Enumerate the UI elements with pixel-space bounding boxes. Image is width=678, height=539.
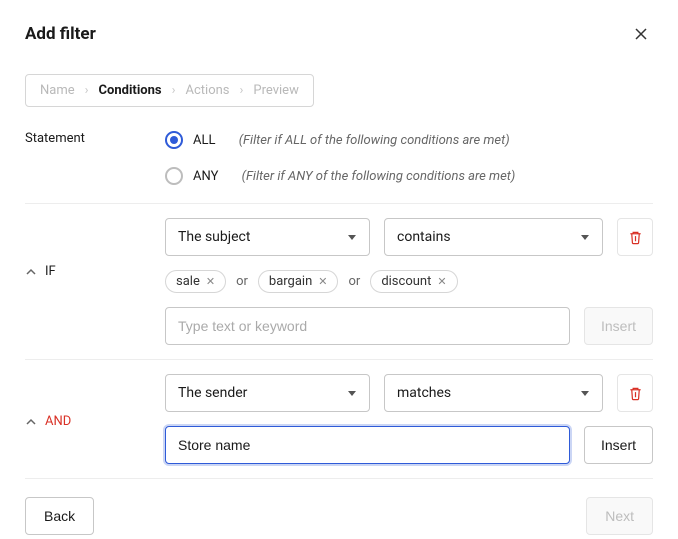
chevron-right-icon: › <box>172 83 176 98</box>
tag-text: bargain <box>269 274 312 289</box>
delete-condition-button[interactable] <box>617 374 653 412</box>
statement-label: Statement <box>25 131 165 146</box>
keyword-input-row: Insert <box>165 307 653 345</box>
insert-button[interactable]: Insert <box>584 426 653 464</box>
field-select[interactable]: The sender <box>165 374 370 412</box>
tag-remove-icon[interactable]: ✕ <box>437 275 446 288</box>
operator-select[interactable]: contains <box>384 218 603 256</box>
tag-text: discount <box>381 274 431 289</box>
field-select[interactable]: The subject <box>165 218 370 256</box>
tag-remove-icon[interactable]: ✕ <box>206 275 215 288</box>
chevron-right-icon: › <box>85 83 89 98</box>
statement-radio-group: ALL (Filter if ALL of the following cond… <box>165 131 515 185</box>
field-select-value: The sender <box>178 385 247 401</box>
dialog-footer: Back Next <box>25 479 653 535</box>
operator-select-value: matches <box>397 385 451 401</box>
tags-row: sale ✕ or bargain ✕ or discount ✕ <box>165 270 653 293</box>
radio-label: ANY <box>193 169 218 184</box>
operator-select[interactable]: matches <box>384 374 603 412</box>
insert-button[interactable]: Insert <box>584 307 653 345</box>
filter-tag: bargain ✕ <box>258 270 339 293</box>
caret-down-icon <box>580 388 590 398</box>
radio-icon <box>165 131 183 149</box>
trash-icon <box>628 386 643 401</box>
caret-down-icon <box>347 388 357 398</box>
keyword-input-row: Insert <box>165 426 653 464</box>
condition-block-if: IF The subject contains <box>25 204 653 359</box>
trash-icon <box>628 230 643 245</box>
breadcrumb: Name › Conditions › Actions › Preview <box>25 74 314 107</box>
close-button[interactable] <box>629 22 653 46</box>
condition-label-text: IF <box>45 264 56 279</box>
chevron-up-icon <box>25 416 37 428</box>
filter-tag: sale ✕ <box>165 270 226 293</box>
filter-tag: discount ✕ <box>370 270 457 293</box>
tag-join-text: or <box>348 274 360 289</box>
condition-select-row: The subject contains <box>165 218 653 256</box>
radio-label: ALL <box>193 133 215 148</box>
condition-label[interactable]: AND <box>25 374 165 429</box>
chevron-up-icon <box>25 266 37 278</box>
next-button[interactable]: Next <box>586 497 653 535</box>
condition-select-row: The sender matches <box>165 374 653 412</box>
keyword-input[interactable] <box>165 426 570 464</box>
statement-section: Statement ALL (Filter if ALL of the foll… <box>25 131 653 203</box>
delete-condition-button[interactable] <box>617 218 653 256</box>
back-button[interactable]: Back <box>25 497 94 535</box>
radio-option-all[interactable]: ALL (Filter if ALL of the following cond… <box>165 131 515 149</box>
radio-description: (Filter if ALL of the following conditio… <box>239 133 510 148</box>
condition-block-and: AND The sender matches <box>25 360 653 478</box>
dialog-header: Add filter <box>25 22 653 46</box>
caret-down-icon <box>580 232 590 242</box>
field-select-value: The subject <box>178 229 250 245</box>
radio-icon <box>165 167 183 185</box>
radio-option-any[interactable]: ANY (Filter if ANY of the following cond… <box>165 167 515 185</box>
tag-remove-icon[interactable]: ✕ <box>318 275 327 288</box>
condition-label[interactable]: IF <box>25 218 165 279</box>
breadcrumb-step-conditions[interactable]: Conditions <box>99 83 162 98</box>
condition-label-text: AND <box>45 414 71 429</box>
tag-join-text: or <box>236 274 248 289</box>
dialog-title: Add filter <box>25 24 96 44</box>
breadcrumb-step-name[interactable]: Name <box>40 83 75 98</box>
tag-text: sale <box>176 274 200 289</box>
chevron-right-icon: › <box>240 83 244 98</box>
breadcrumb-step-preview[interactable]: Preview <box>253 83 298 98</box>
caret-down-icon <box>347 232 357 242</box>
breadcrumb-step-actions[interactable]: Actions <box>186 83 230 98</box>
operator-select-value: contains <box>397 229 451 245</box>
keyword-input[interactable] <box>165 307 570 345</box>
close-icon <box>633 26 649 42</box>
radio-description: (Filter if ANY of the following conditio… <box>242 169 516 184</box>
